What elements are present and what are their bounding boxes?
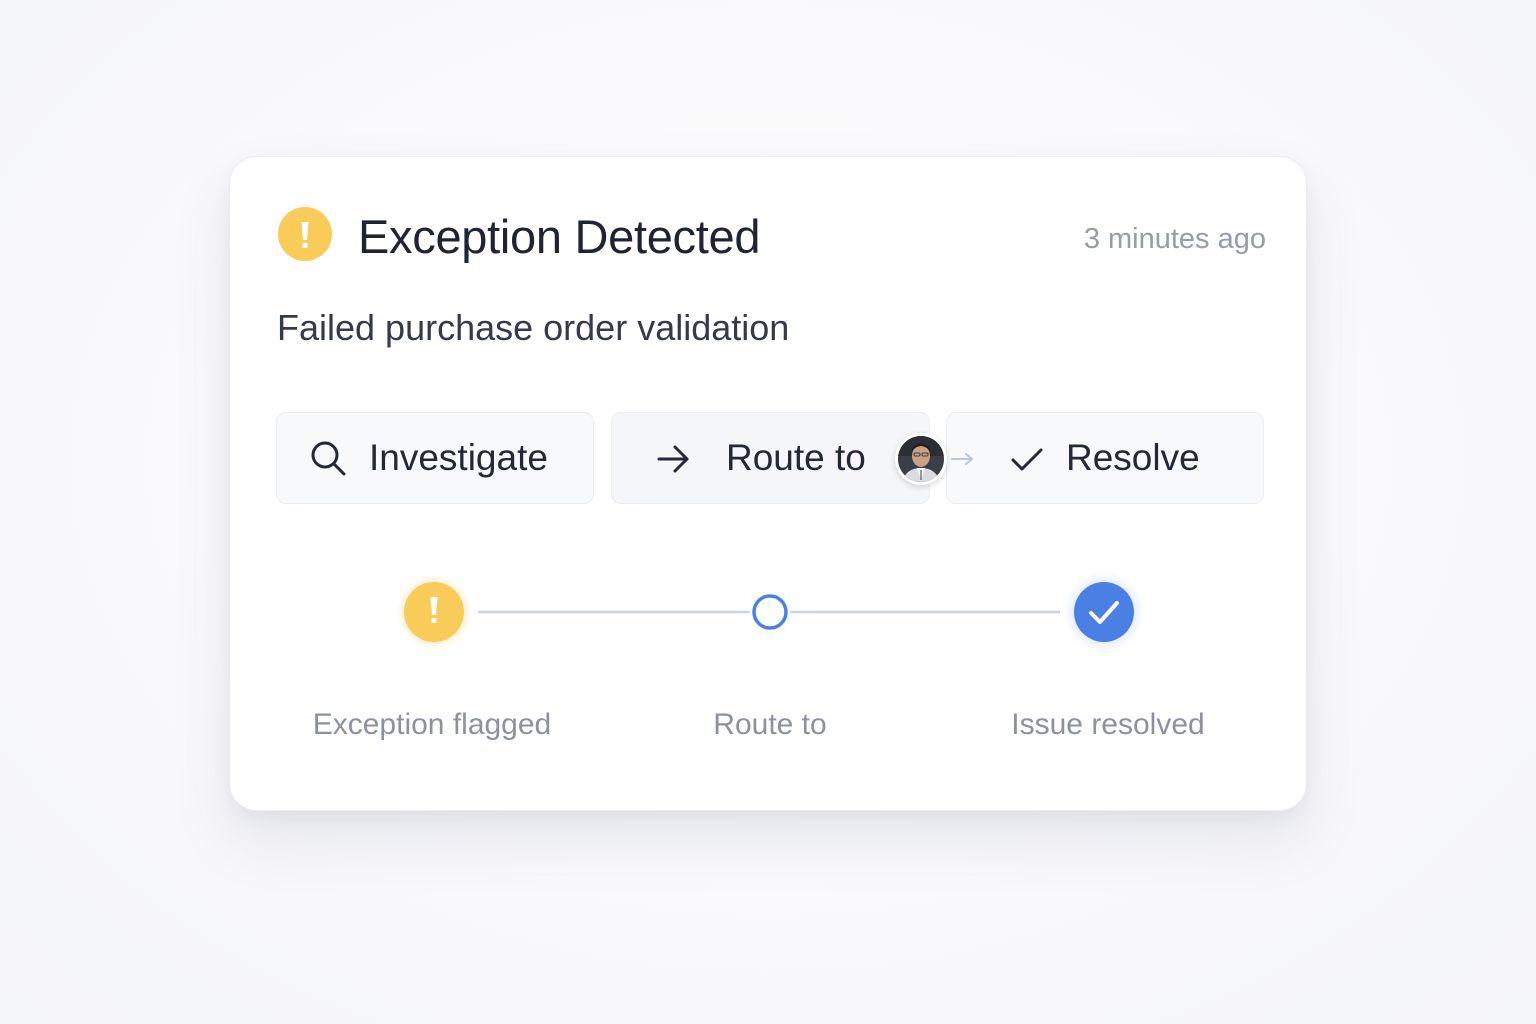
timeline-label-resolved: Issue resolved xyxy=(1011,708,1205,741)
timeline-label-flagged: Exception flagged xyxy=(312,708,552,741)
page-background: Exception Detected 3 minutes ago Failed … xyxy=(0,0,1536,1024)
timeline-step-route xyxy=(752,594,788,630)
timeline-label-route: Route to xyxy=(713,708,827,741)
exception-card: Exception Detected 3 minutes ago Failed … xyxy=(229,156,1307,811)
timeline-step-flagged xyxy=(396,574,472,650)
timeline-step-resolved xyxy=(1064,572,1144,652)
empty-circle-icon xyxy=(752,594,788,630)
